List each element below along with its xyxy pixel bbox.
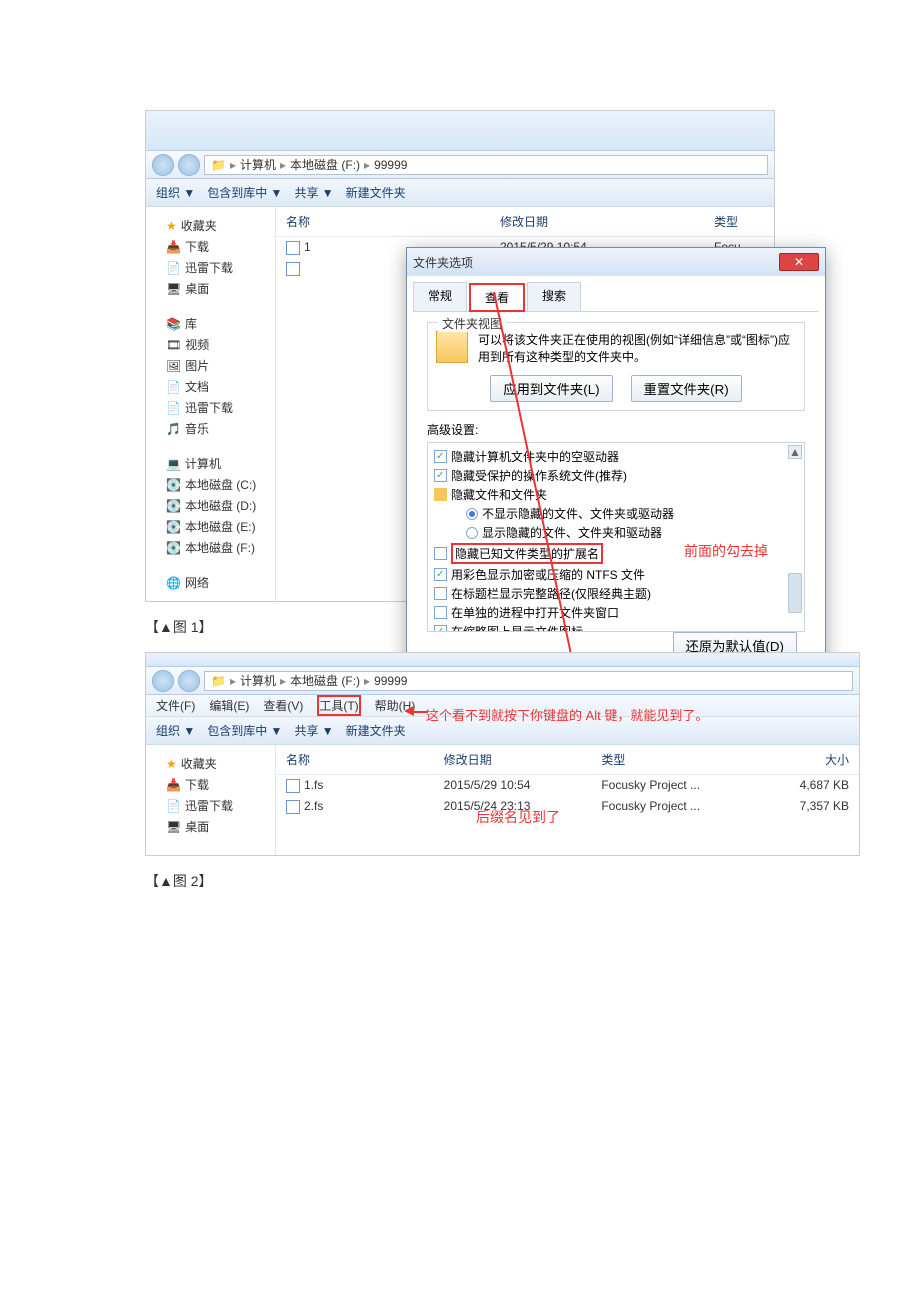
radio[interactable] [466,508,478,520]
folder-icon [434,488,447,501]
figure-2-screenshot: 📁 ▸ 计算机 ▸ 本地磁盘 (F:) ▸ 99999 文件(F) 编辑(E) … [145,652,860,856]
folderview-icon [436,331,468,363]
folderview-legend: 文件夹视图 [438,315,506,332]
sidebar-downloads[interactable]: 📥 下载 [152,236,269,257]
advanced-setting-item[interactable]: 在标题栏显示完整路径(仅限经典主题) [434,584,798,603]
radio[interactable] [466,527,478,539]
advanced-setting-item[interactable]: 显示隐藏的文件、文件夹和驱动器 [434,523,798,542]
file-icon [286,262,300,276]
advanced-label: 高级设置: [427,421,805,438]
checkbox[interactable] [434,587,447,600]
sidebar-xunlei[interactable]: 📄 迅雷下载 [152,257,269,278]
menu-tools[interactable]: 工具(T) [317,695,360,716]
back-button-2[interactable] [152,670,174,692]
newfolder-button[interactable]: 新建文件夹 [346,184,406,201]
breadcrumb-2[interactable]: 📁 ▸ 计算机 ▸ 本地磁盘 (F:) ▸ 99999 [204,671,853,691]
share-button[interactable]: 共享 ▼ [294,184,333,201]
address-bar-2: 📁 ▸ 计算机 ▸ 本地磁盘 (F:) ▸ 99999 [146,667,859,695]
file-icon [286,241,300,255]
annotation-ext: 后缀名见到了 [476,807,560,827]
folderview-desc: 可以将该文件夹正在使用的视图(例如“详细信息”或“图标”)应用到所有这种类型的文… [478,331,796,365]
column-headers[interactable]: 名称 修改日期 类型 [276,207,774,237]
window-titlebar [146,111,774,151]
checkbox[interactable] [434,606,447,619]
sidebar-disk-d[interactable]: 💽 本地磁盘 (D:) [152,495,269,516]
advanced-setting-item[interactable]: 隐藏受保护的操作系统文件(推荐) [434,466,798,485]
sidebar-libraries[interactable]: 📚 库 [152,313,269,334]
checkbox[interactable] [434,625,447,632]
checkbox[interactable] [434,469,447,482]
sidebar-pictures[interactable]: 🖼 图片 [152,355,269,376]
sidebar-network[interactable]: 🌐 网络 [152,572,269,593]
bc-disk[interactable]: 本地磁盘 (F:) [290,156,360,173]
annotation-uncheck: 前面的勾去掉 [684,541,768,561]
checkbox[interactable] [434,568,447,581]
advanced-setting-item[interactable]: 用彩色显示加密或压缩的 NTFS 文件 [434,565,798,584]
advanced-setting-item[interactable]: 不显示隐藏的文件、文件夹或驱动器 [434,504,798,523]
scrollbar-thumb[interactable] [788,573,802,613]
back-button[interactable] [152,154,174,176]
figure-1-screenshot: 📁 ▸ 计算机 ▸ 本地磁盘 (F:) ▸ 99999 组织 ▼ 包含到库中 ▼… [145,110,775,602]
bc-computer[interactable]: 计算机 [240,156,276,173]
breadcrumb[interactable]: 📁 ▸ 计算机 ▸ 本地磁盘 (F:) ▸ 99999 [204,155,768,175]
checkbox[interactable] [434,450,447,463]
tab-search[interactable]: 搜索 [527,282,581,311]
sidebar-music[interactable]: 🎵 音乐 [152,418,269,439]
star-icon: ★ [166,219,177,233]
file-list-pane-2: 名称 修改日期 类型 大小 1.fs2015/5/29 10:54Focusky… [276,745,859,855]
explorer-sidebar-2: ★ 收藏夹 📥 下载 📄 迅雷下载 🖥 桌面 [146,745,276,855]
highlighted-option: 隐藏已知文件类型的扩展名 [451,543,603,564]
sidebar-computer[interactable]: 💻 计算机 [152,453,269,474]
annotation-altkey: 这个看不到就按下你键盘的 Alt 键，就能见到了。 [426,705,708,724]
include-library-button[interactable]: 包含到库中 ▼ [207,184,282,201]
forward-button[interactable] [178,154,200,176]
menu-file[interactable]: 文件(F) [156,697,195,714]
advanced-setting-item[interactable]: 隐藏文件和文件夹 [434,485,798,504]
close-icon[interactable]: ✕ [779,253,819,271]
file-icon [286,779,300,793]
col-type[interactable]: 类型 [714,213,764,230]
col-date[interactable]: 修改日期 [500,213,714,230]
forward-button-2[interactable] [178,670,200,692]
organize-button[interactable]: 组织 ▼ [156,184,195,201]
dialog-titlebar[interactable]: 文件夹选项 ✕ [407,248,825,276]
sidebar-xunlei2[interactable]: 📄 迅雷下载 [152,397,269,418]
apply-to-folders-button[interactable]: 应用到文件夹(L) [490,375,612,402]
figure-2-caption: 【▲图 2】 [145,871,775,891]
file-list-pane: 名称 修改日期 类型 12015/5/29 10:54Focu13Focu 文件… [276,207,774,601]
sidebar-disk-e[interactable]: 💽 本地磁盘 (E:) [152,516,269,537]
sidebar-video[interactable]: 🎞 视频 [152,334,269,355]
file-icon [286,800,300,814]
sidebar-disk-f[interactable]: 💽 本地磁盘 (F:) [152,537,269,558]
explorer-sidebar: ★ 收藏夹 📥 下载 📄 迅雷下载 🖥 桌面 📚 库 🎞 视频 🖼 图片 📄 文… [146,207,276,601]
folder-icon: 📁 [211,674,226,688]
sidebar-disk-c[interactable]: 💽 本地磁盘 (C:) [152,474,269,495]
dialog-tabs: 常规 查看 搜索 [413,282,819,312]
advanced-setting-item[interactable]: 隐藏计算机文件夹中的空驱动器 [434,447,798,466]
menu-edit[interactable]: 编辑(E) [209,697,249,714]
scroll-up-icon[interactable]: ▲ [788,445,802,459]
dialog-title: 文件夹选项 [413,254,473,271]
reset-folders-button[interactable]: 重置文件夹(R) [631,375,742,402]
address-bar: 📁 ▸ 计算机 ▸ 本地磁盘 (F:) ▸ 99999 [146,151,774,179]
explorer-toolbar: 组织 ▼ 包含到库中 ▼ 共享 ▼ 新建文件夹 [146,179,774,207]
tab-general[interactable]: 常规 [413,282,467,311]
col-name[interactable]: 名称 [286,213,500,230]
window-titlebar-2 [146,653,859,667]
table-row[interactable]: 1.fs2015/5/29 10:54Focusky Project ...4,… [276,775,859,796]
sidebar-desktop[interactable]: 🖥 桌面 [152,278,269,299]
sidebar-documents[interactable]: 📄 文档 [152,376,269,397]
advanced-setting-item[interactable]: 在单独的进程中打开文件夹窗口 [434,603,798,622]
sidebar-favorites[interactable]: ★ 收藏夹 [152,215,269,236]
table-row[interactable]: 2.fs2015/5/24 23:13Focusky Project ...7,… [276,796,859,817]
advanced-setting-item[interactable]: 在缩略图上显示文件图标 [434,622,798,632]
menu-view[interactable]: 查看(V) [263,697,303,714]
folder-icon: 📁 [211,158,226,172]
annotation-arrowhead-2 [404,706,414,716]
column-headers-2[interactable]: 名称 修改日期 类型 大小 [276,745,859,775]
folder-view-fieldset: 文件夹视图 可以将该文件夹正在使用的视图(例如“详细信息”或“图标”)应用到所有… [427,322,805,411]
checkbox[interactable] [434,547,447,560]
advanced-settings-list[interactable]: 隐藏计算机文件夹中的空驱动器 隐藏受保护的操作系统文件(推荐) 隐藏文件和文件夹… [427,442,805,632]
bc-folder[interactable]: 99999 [374,158,407,172]
